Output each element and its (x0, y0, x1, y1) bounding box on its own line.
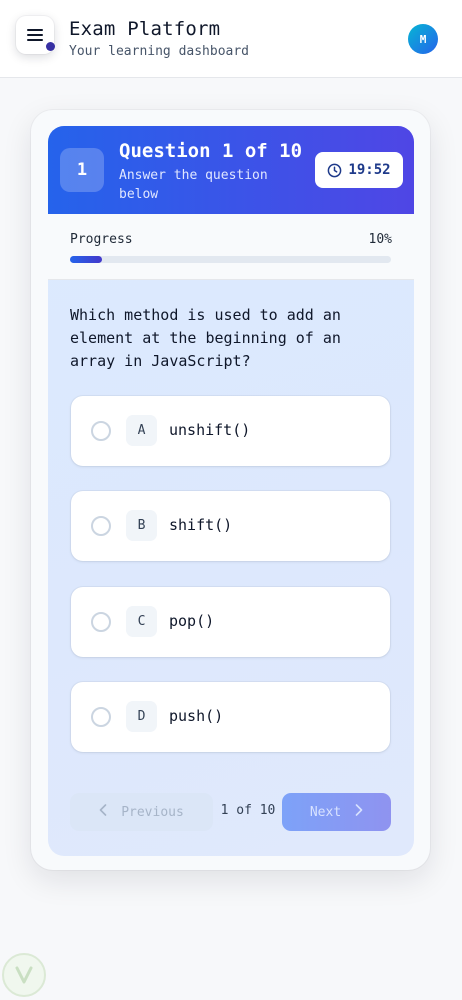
radio-button[interactable] (91, 421, 111, 441)
timer-value: 19:52 (348, 162, 391, 178)
question-instruction: Answer the question below (119, 168, 268, 202)
progress-percentage: 10% (368, 232, 392, 247)
progress-label: Progress (70, 232, 133, 247)
option-text: shift() (169, 516, 233, 534)
previous-label: Previous (121, 804, 184, 820)
question-header: 1 Question 1 of 10 Answer the question b… (48, 126, 414, 214)
option-letter: D (126, 701, 157, 732)
previous-button[interactable]: Previous (70, 793, 213, 831)
progress-section: Progress 10% (48, 214, 414, 280)
app-header: Exam Platform Your learning dashboard M (0, 0, 462, 78)
option-c[interactable]: C pop() (71, 587, 390, 657)
clock-icon (328, 163, 342, 177)
chevron-left-icon (99, 804, 107, 820)
option-text: unshift() (169, 421, 251, 439)
question-number-badge: 1 (60, 148, 104, 192)
option-letter: A (126, 415, 157, 446)
menu-accent-dot (46, 42, 55, 51)
page-indicator: 1 of 10 (220, 803, 276, 818)
question-text: Which method is used to add an element a… (70, 306, 341, 370)
option-letter: B (126, 510, 157, 541)
next-label: Next (309, 804, 342, 820)
question-title: Question 1 of 10 (119, 140, 303, 162)
option-d[interactable]: D push() (71, 682, 390, 752)
question-card: 1 Question 1 of 10 Answer the question b… (48, 126, 414, 856)
user-avatar[interactable]: M (408, 24, 438, 54)
watermark-logo (2, 953, 46, 997)
radio-button[interactable] (91, 516, 111, 536)
option-letter: C (126, 606, 157, 637)
option-text: pop() (169, 612, 215, 630)
hamburger-menu-icon (27, 29, 43, 41)
app-subtitle: Your learning dashboard (69, 44, 250, 59)
next-button[interactable]: Next (282, 793, 391, 831)
chevron-right-icon (355, 804, 363, 820)
option-a[interactable]: A unshift() (71, 396, 390, 466)
option-b[interactable]: B shift() (71, 491, 390, 561)
app-title: Exam Platform (69, 18, 221, 40)
option-text: push() (169, 707, 224, 725)
progress-bar (70, 256, 391, 263)
radio-button[interactable] (91, 612, 111, 632)
timer-badge: 19:52 (315, 152, 403, 188)
radio-button[interactable] (91, 707, 111, 727)
progress-bar-fill (70, 256, 103, 263)
